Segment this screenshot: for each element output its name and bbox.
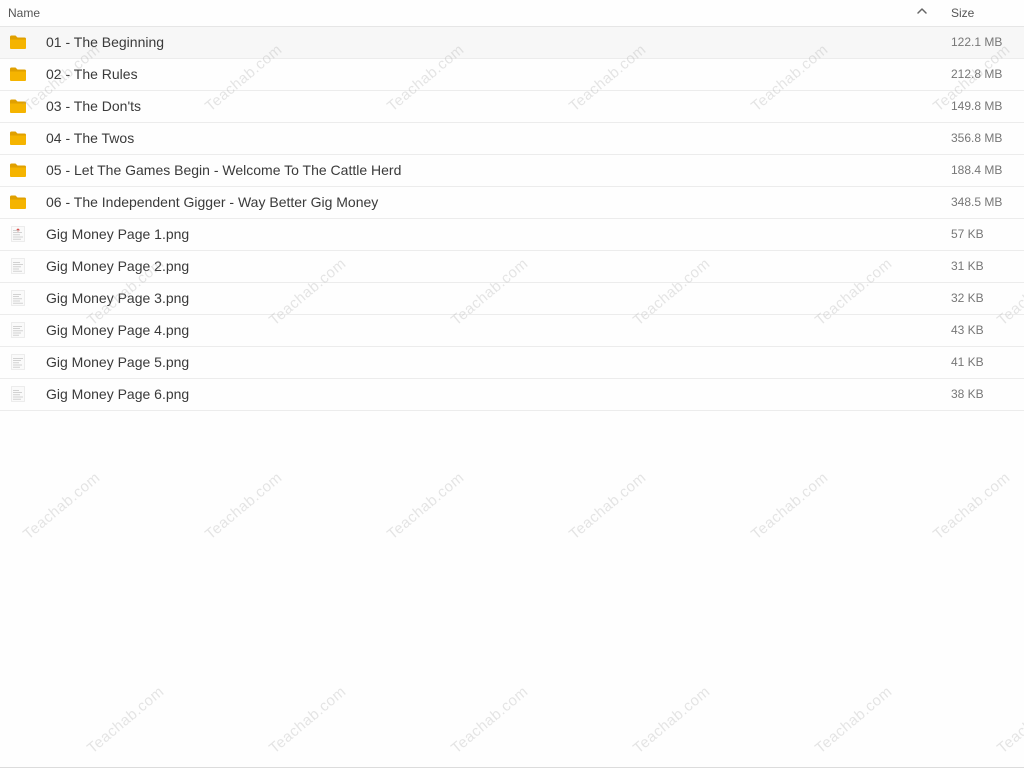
watermark-text: Teachab.com — [84, 683, 168, 758]
file-size: 38 KB — [951, 387, 984, 401]
file-size: 188.4 MB — [951, 163, 1003, 177]
file-size: 149.8 MB — [951, 99, 1003, 113]
file-size: 57 KB — [951, 227, 984, 241]
file-size: 31 KB — [951, 259, 984, 273]
folder-icon — [9, 98, 27, 114]
file-name[interactable]: 06 - The Independent Gigger - Way Better… — [46, 194, 378, 210]
name-column-header[interactable]: Name — [8, 6, 40, 20]
file-list: 01 - The Beginning 122.1 MB 02 - The Rules… — [0, 27, 1024, 411]
file-list-pane: Name Size 01 - The Beginning 122.1 MB 02 -… — [0, 0, 1024, 768]
file-row[interactable]: 06 - The Independent Gigger - Way Better… — [0, 187, 1024, 219]
file-row[interactable]: Gig Money Page 4.png 43 KB — [0, 315, 1024, 347]
folder-icon — [9, 130, 27, 146]
folder-icon — [9, 66, 27, 82]
file-size: 122.1 MB — [951, 35, 1003, 49]
image-file-icon — [9, 354, 27, 370]
file-name[interactable]: 02 - The Rules — [46, 66, 138, 82]
watermark-text: Teachab.com — [20, 469, 104, 544]
watermark-text: Teachab.com — [384, 469, 468, 544]
file-size: 32 KB — [951, 291, 984, 305]
list-header: Name Size — [0, 0, 1024, 27]
file-name[interactable]: 05 - Let The Games Begin - Welcome To Th… — [46, 162, 401, 178]
watermark-text: Teachab.com — [630, 683, 714, 758]
watermark-text: Teachab.com — [266, 683, 350, 758]
image-file-icon — [9, 322, 27, 338]
image-file-icon — [9, 258, 27, 274]
file-row[interactable]: Gig Money Page 1.png 57 KB — [0, 219, 1024, 251]
file-name[interactable]: Gig Money Page 2.png — [46, 258, 189, 274]
folder-icon — [9, 162, 27, 178]
file-size: 41 KB — [951, 355, 984, 369]
folder-icon — [9, 194, 27, 210]
file-size: 43 KB — [951, 323, 984, 337]
file-row[interactable]: Gig Money Page 2.png 31 KB — [0, 251, 1024, 283]
file-row[interactable]: 02 - The Rules 212.8 MB — [0, 59, 1024, 91]
watermark-text: Teachab.com — [566, 469, 650, 544]
file-name[interactable]: Gig Money Page 1.png — [46, 226, 189, 242]
image-file-icon — [9, 226, 27, 242]
file-size: 212.8 MB — [951, 67, 1003, 81]
watermark-text: Teachab.com — [448, 683, 532, 758]
file-name[interactable]: 03 - The Don'ts — [46, 98, 141, 114]
file-name[interactable]: 04 - The Twos — [46, 130, 134, 146]
size-column-header[interactable]: Size — [951, 6, 974, 20]
folder-icon — [9, 34, 27, 50]
image-file-icon — [9, 290, 27, 306]
image-file-icon — [9, 386, 27, 402]
watermark-text: Teachab.com — [812, 683, 896, 758]
watermark-text: Teachab.com — [994, 683, 1024, 758]
file-name[interactable]: Gig Money Page 3.png — [46, 290, 189, 306]
file-size: 356.8 MB — [951, 131, 1003, 145]
watermark-text: Teachab.com — [748, 469, 832, 544]
file-row[interactable]: 04 - The Twos 356.8 MB — [0, 123, 1024, 155]
file-row[interactable]: Gig Money Page 6.png 38 KB — [0, 379, 1024, 411]
chevron-up-icon[interactable] — [914, 3, 930, 19]
file-row[interactable]: Gig Money Page 5.png 41 KB — [0, 347, 1024, 379]
file-name[interactable]: Gig Money Page 5.png — [46, 354, 189, 370]
file-size: 348.5 MB — [951, 195, 1003, 209]
file-name[interactable]: 01 - The Beginning — [46, 34, 164, 50]
file-row[interactable]: Gig Money Page 3.png 32 KB — [0, 283, 1024, 315]
watermark-text: Teachab.com — [930, 469, 1014, 544]
file-row[interactable]: 03 - The Don'ts 149.8 MB — [0, 91, 1024, 123]
file-name[interactable]: Gig Money Page 4.png — [46, 322, 189, 338]
file-row[interactable]: 01 - The Beginning 122.1 MB — [0, 27, 1024, 59]
watermark-text: Teachab.com — [202, 469, 286, 544]
file-row[interactable]: 05 - Let The Games Begin - Welcome To Th… — [0, 155, 1024, 187]
file-name[interactable]: Gig Money Page 6.png — [46, 386, 189, 402]
